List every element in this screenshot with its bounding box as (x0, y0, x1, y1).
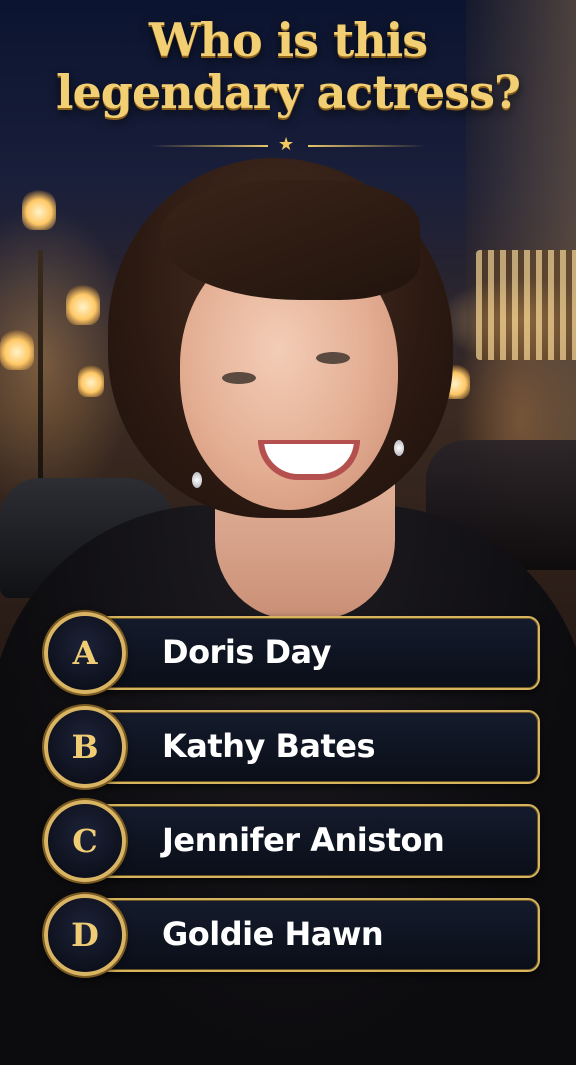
star-icon: ★ (278, 134, 295, 155)
earring (192, 472, 202, 488)
right-eye (316, 352, 350, 364)
answer-letter: C (72, 822, 98, 860)
answer-text: Doris Day (162, 633, 332, 671)
earring (394, 440, 404, 456)
answer-option-b[interactable]: B Kathy Bates (44, 706, 540, 788)
answer-options: A Doris Day B Kathy Bates C Jennifer Ani… (44, 612, 540, 988)
answer-text: Jennifer Aniston (162, 821, 445, 859)
answer-option-c[interactable]: C Jennifer Aniston (44, 800, 540, 882)
answer-text: Goldie Hawn (162, 915, 384, 953)
answer-text: Kathy Bates (162, 727, 376, 765)
question-line-1: Who is this (148, 13, 428, 67)
title-divider: ★ (150, 134, 426, 155)
question-line-2: legendary actress? (56, 65, 521, 119)
answer-option-d[interactable]: D Goldie Hawn (44, 894, 540, 976)
answer-letter-badge[interactable]: B (44, 706, 126, 788)
answer-letter-badge[interactable]: D (44, 894, 126, 976)
divider-line-left (150, 145, 268, 147)
answer-letter: B (71, 728, 99, 766)
answer-letter: A (72, 634, 98, 672)
answer-letter-badge[interactable]: A (44, 612, 126, 694)
answer-letter: D (71, 916, 99, 954)
answer-letter-badge[interactable]: C (44, 800, 126, 882)
question-title: Who is this legendary actress? (0, 14, 576, 118)
answer-option-a[interactable]: A Doris Day (44, 612, 540, 694)
left-eye (222, 372, 256, 384)
divider-line-right (308, 145, 426, 147)
